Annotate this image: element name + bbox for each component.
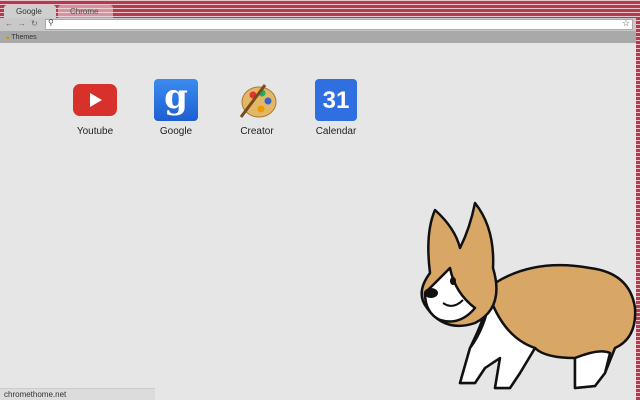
status-url: chromethome.net [4,390,67,399]
address-bar[interactable]: ⚲ ☆ [45,18,633,30]
app-calendar[interactable]: 31 Calendar [301,79,371,137]
back-button[interactable]: ← [5,19,13,28]
toolbar: ← → ↻ ⚲ ☆ [0,18,636,31]
tab-chrome[interactable]: Chrome [58,5,113,19]
app-google[interactable]: g Google [141,79,211,137]
tab-google[interactable]: Google [4,5,56,19]
app-youtube[interactable]: Youtube [60,79,130,137]
calendar-icon: 31 [315,79,357,121]
app-creator[interactable]: Creator [222,79,292,137]
corgi-illustration [420,201,637,390]
folder-icon: ▴ [6,34,10,41]
youtube-icon [73,84,117,116]
search-icon: ⚲ [48,18,54,27]
forward-button[interactable]: → [18,19,26,28]
app-label: Google [159,126,193,137]
app-label: Calendar [315,126,357,137]
bookmark-themes[interactable]: ▴ Themes [6,34,37,41]
tab-label: Chrome [70,7,99,16]
google-icon: g [154,79,198,121]
status-bar: chromethome.net [0,388,155,400]
reload-button[interactable]: ↻ [31,19,38,28]
bookmarks-bar: ▴ Themes [0,31,636,43]
app-label: Youtube [76,126,114,137]
app-label: Creator [240,126,274,137]
new-tab-page: Youtube g Google Creator 31 Calendar [0,43,637,400]
bookmark-star-icon[interactable]: ☆ [622,18,630,29]
palette-icon [235,79,279,121]
tab-label: Google [16,7,42,16]
